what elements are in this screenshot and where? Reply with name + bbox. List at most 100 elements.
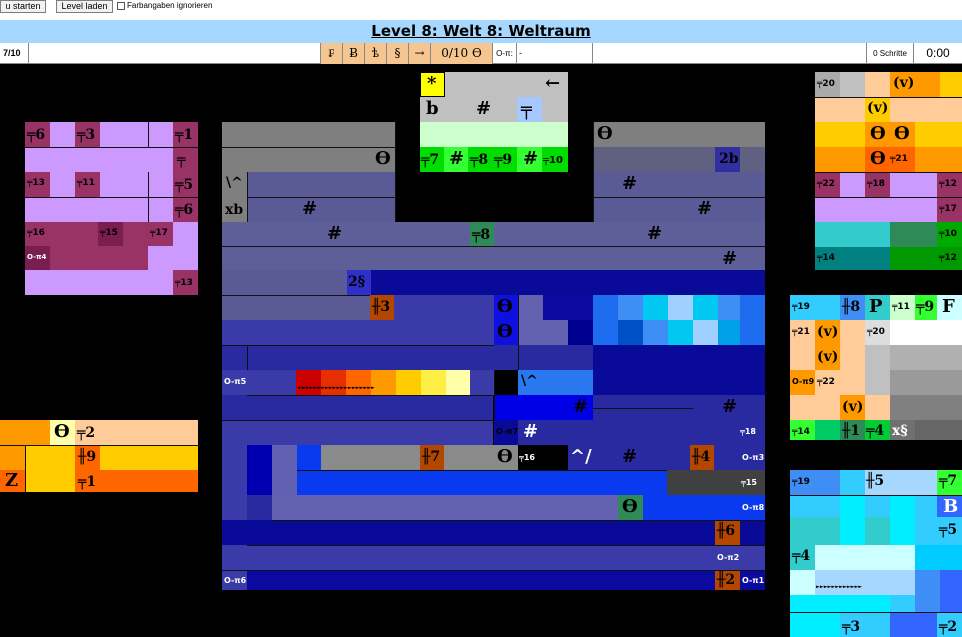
level-counter: 7/10	[0, 43, 29, 64]
map-cell	[0, 420, 50, 445]
map-cell	[222, 395, 493, 420]
map-cell	[222, 445, 247, 520]
map-cell	[815, 420, 840, 440]
map-cell	[865, 72, 890, 97]
cell-symbol: ╤20	[867, 327, 885, 337]
map-cell	[940, 570, 962, 612]
cell-symbol: ╤19	[792, 477, 810, 487]
map-cell	[518, 295, 543, 345]
map-cell	[593, 370, 765, 395]
map-cell	[840, 470, 865, 495]
map-cell	[740, 520, 765, 545]
map-cell	[840, 72, 865, 97]
wall-line	[222, 147, 395, 148]
cell-symbol: ╫8	[842, 299, 861, 315]
wall-line	[247, 545, 765, 546]
cell-symbol: O-π1	[742, 576, 765, 585]
inventory-slot: ѣ	[365, 43, 387, 64]
cell-symbol: O-π6	[224, 576, 247, 585]
cell-symbol: ϴ	[597, 123, 613, 144]
map-cell	[222, 520, 715, 545]
cell-symbol: F	[942, 296, 955, 317]
cell-symbol: #	[449, 148, 465, 169]
cell-symbol: (v)	[893, 75, 915, 91]
cell-symbol: ╫6	[717, 523, 736, 539]
inventory-slot: →	[409, 43, 431, 64]
map-cell	[915, 545, 962, 570]
wall-line	[815, 97, 962, 98]
map-cell	[371, 370, 396, 395]
inventory-slot: Ƀ	[343, 43, 365, 64]
cell-symbol: ϴ	[497, 446, 513, 467]
level-title: Level 8: Welt 8: Weltraum	[0, 20, 962, 43]
map-cell	[890, 320, 962, 345]
map-cell	[222, 270, 347, 295]
map-cell	[247, 495, 272, 520]
cell-symbol: #	[622, 446, 638, 467]
cell-symbol: ╤22	[817, 377, 835, 387]
map-cell	[890, 495, 915, 545]
cell-symbol: ╤7	[421, 152, 440, 168]
wall-line	[272, 520, 765, 521]
map-cell	[222, 345, 593, 370]
map-cell	[394, 295, 494, 320]
wall-line	[222, 420, 493, 421]
cell-symbol: #	[622, 173, 638, 194]
map-cell	[890, 612, 937, 637]
wall-line	[815, 197, 962, 198]
conveyor-arrows: ►►►►►►►►►►►►►►►►►►►►	[298, 385, 375, 391]
map-cell	[790, 517, 840, 545]
wall-line	[222, 295, 370, 296]
map-cell	[790, 570, 815, 595]
map-cell	[346, 370, 371, 395]
wall-line	[25, 197, 198, 198]
load-level-button[interactable]: Level laden	[56, 0, 113, 13]
cell-symbol: ϴ	[870, 123, 886, 144]
cell-symbol: ╤9	[494, 152, 513, 168]
cell-symbol: ╤10	[543, 155, 563, 166]
cell-symbol: 2§	[348, 274, 366, 290]
map-cell	[272, 445, 297, 495]
cell-symbol: ╤16	[27, 228, 45, 238]
wall-line	[790, 612, 962, 613]
map-cell	[321, 445, 494, 470]
cell-symbol: ╤16	[519, 453, 535, 462]
cell-symbol: ╤12	[939, 179, 957, 189]
cell-symbol: B	[943, 496, 959, 517]
cell-symbol: ╤6	[175, 202, 194, 218]
wall-line	[148, 172, 149, 222]
map-cell	[222, 545, 765, 570]
wall-line	[247, 395, 492, 396]
map-cell	[618, 320, 643, 345]
map-cell	[693, 295, 718, 320]
cell-symbol: ╤4	[792, 548, 811, 564]
cell-symbol: ╤2	[77, 425, 96, 441]
cell-symbol: \^	[226, 175, 243, 191]
cell-symbol: ╤10	[939, 229, 957, 239]
map-cell	[222, 570, 765, 590]
wall-line	[247, 172, 248, 222]
cell-symbol: #	[647, 223, 663, 244]
wall-line	[222, 246, 765, 247]
map-cell	[297, 445, 321, 470]
wall-line	[593, 197, 765, 198]
map-cell	[890, 370, 962, 395]
wall-line	[25, 445, 26, 492]
key-value: -	[517, 43, 593, 64]
cell-symbol: ╤3	[77, 127, 96, 143]
cell-symbol: ╫4	[692, 449, 711, 465]
cell-symbol: (v)	[817, 349, 839, 365]
cell-symbol: ╤17	[150, 228, 168, 238]
ignore-colors-checkbox[interactable]	[117, 2, 125, 10]
cell-symbol: ╤3	[842, 619, 861, 635]
map-cell	[815, 545, 915, 570]
map-cell	[568, 320, 593, 345]
map-cell	[321, 370, 346, 395]
map-cell	[518, 420, 765, 445]
map-cell	[915, 420, 962, 440]
cell-symbol: ╫5	[866, 473, 885, 489]
wall-line	[222, 345, 494, 346]
wall-line	[593, 408, 693, 409]
start-button[interactable]: u starten	[0, 0, 46, 13]
cell-symbol: #	[722, 248, 738, 269]
